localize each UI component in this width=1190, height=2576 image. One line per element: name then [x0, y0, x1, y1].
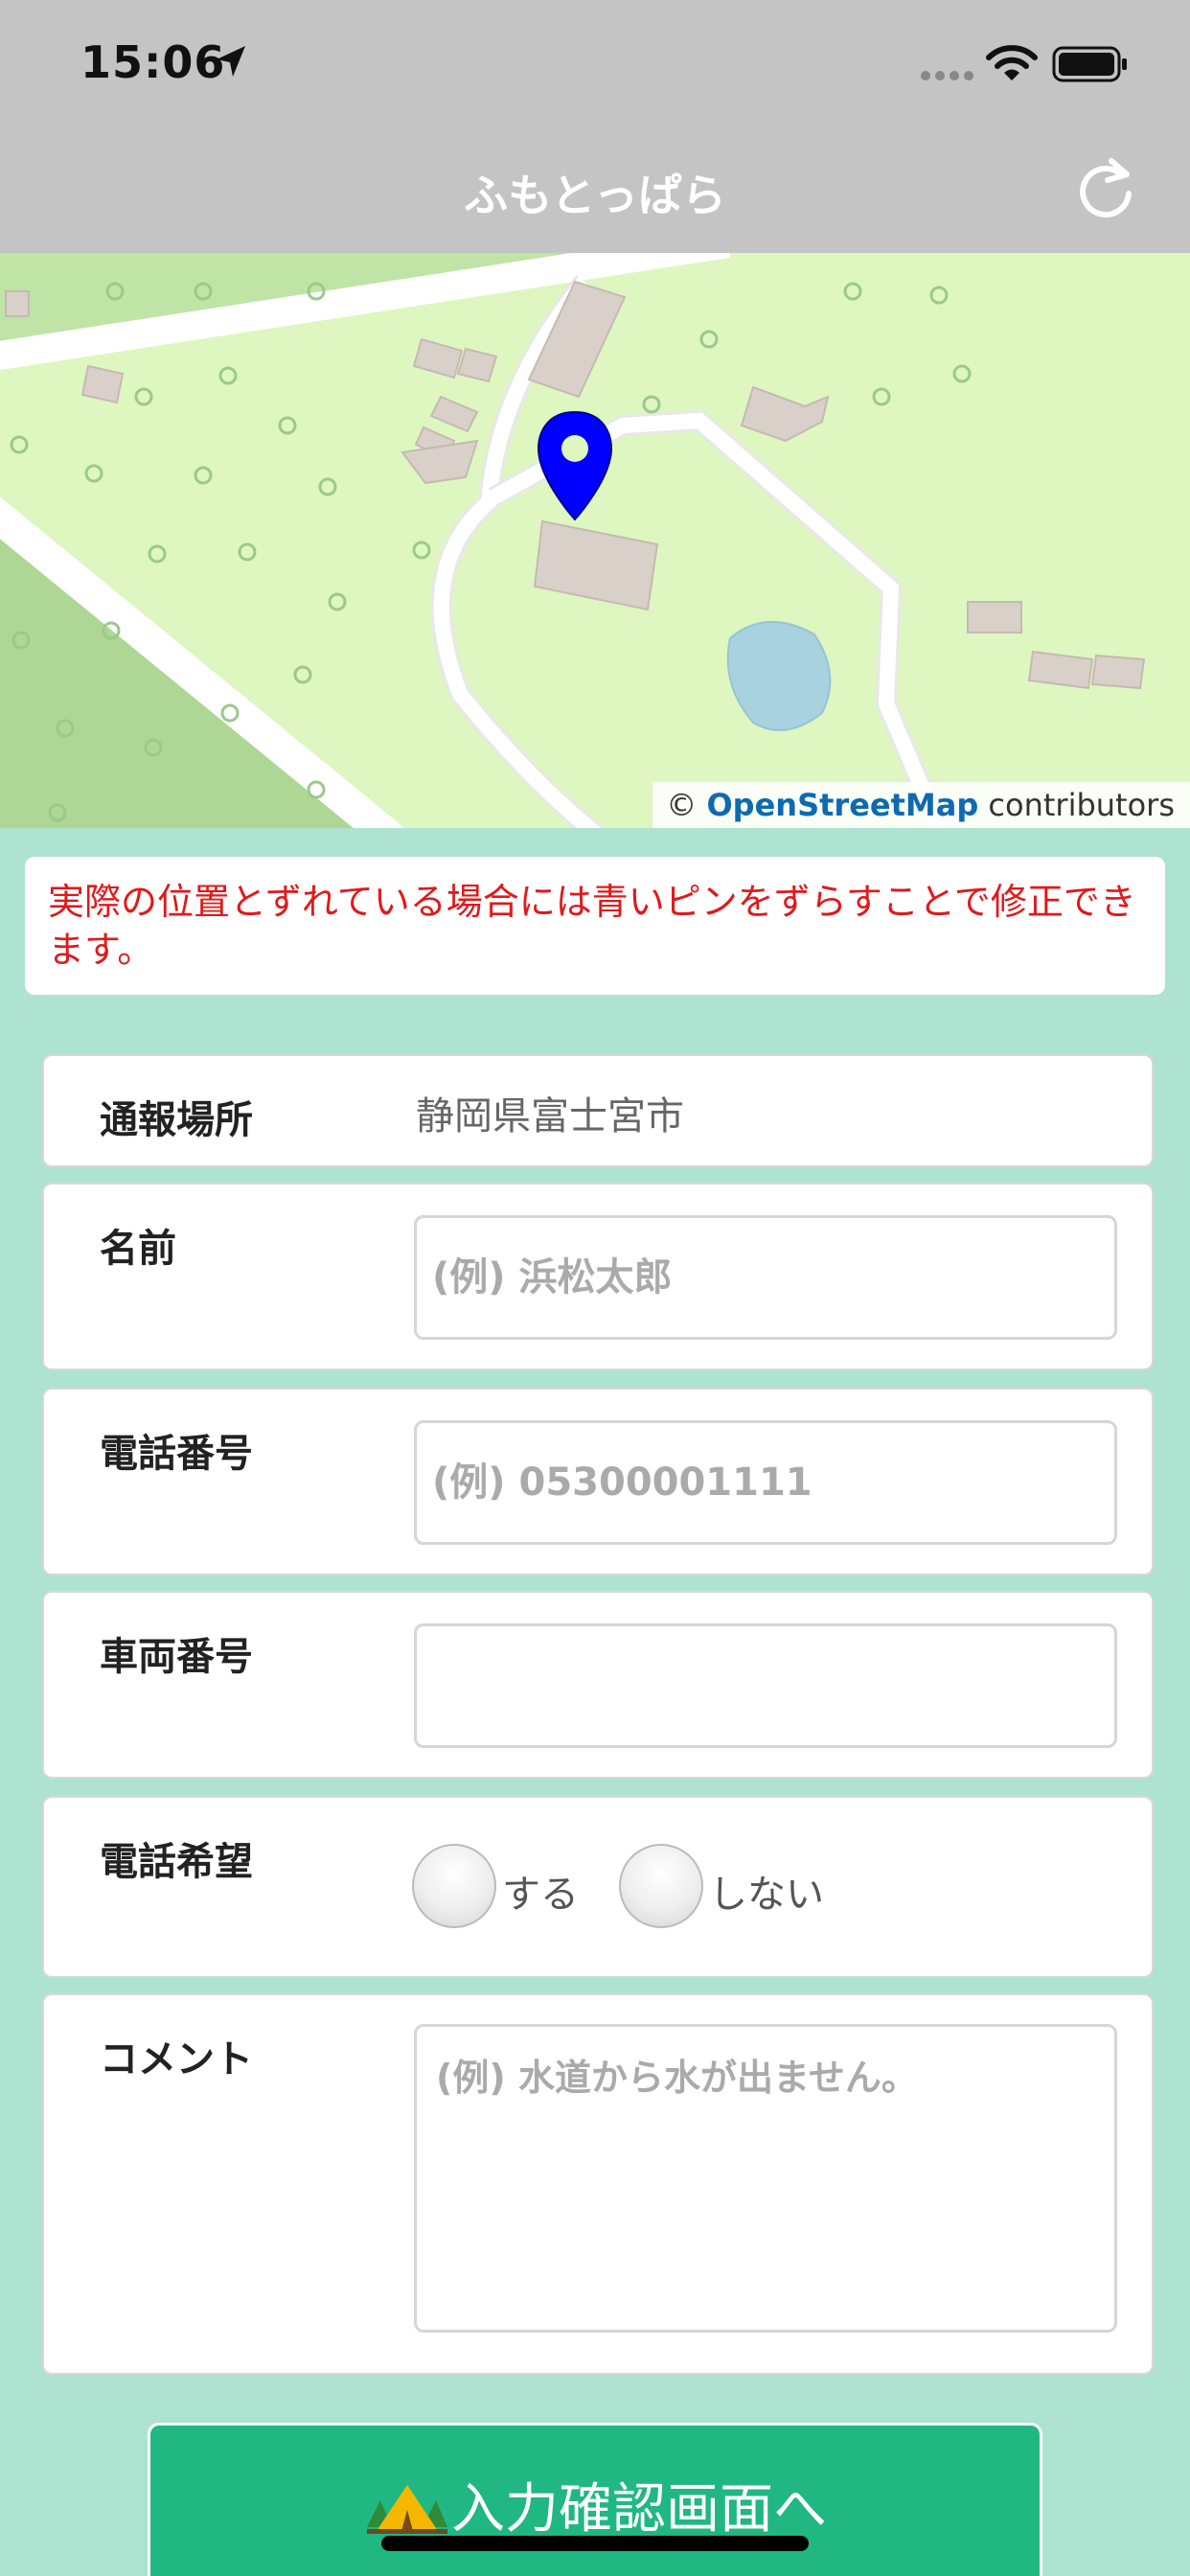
- phone-row: 電話番号: [42, 1388, 1154, 1576]
- cellular-signal-icon: [921, 71, 973, 80]
- confirm-button-label: 入力確認画面へ: [451, 2478, 827, 2541]
- callback-no-label[interactable]: しない: [709, 1863, 824, 1919]
- vehicle-label: 車両番号: [100, 1635, 253, 1679]
- location-pin-icon[interactable]: [537, 410, 613, 521]
- comment-row: コメント: [42, 1993, 1154, 2375]
- confirm-button[interactable]: 入力確認画面へ: [148, 2423, 1042, 2576]
- battery-icon: [1052, 46, 1127, 82]
- callback-yes-radio[interactable]: [412, 1844, 496, 1928]
- location-arrow-icon: [217, 46, 245, 77]
- comment-textarea[interactable]: [414, 2024, 1117, 2333]
- callback-row: 電話希望 する しない: [42, 1796, 1154, 1978]
- location-value: 静岡県富士宮市: [416, 1094, 684, 1138]
- comment-label: コメント: [100, 2037, 253, 2082]
- name-row: 名前: [42, 1183, 1154, 1370]
- vehicle-input[interactable]: [414, 1623, 1117, 1748]
- vehicle-row: 車両番号: [42, 1591, 1154, 1779]
- map-tiles: [0, 253, 1146, 828]
- copyright-symbol: ©: [666, 787, 698, 823]
- pin-adjust-notice: 実際の位置とずれている場合には青いピンをずらすことで修正できます。: [25, 857, 1165, 995]
- home-indicator: [381, 2536, 809, 2551]
- page-title: ふもとっぱら: [464, 170, 726, 221]
- callback-yes-label[interactable]: する: [502, 1863, 579, 1919]
- map-attribution: © OpenStreetMap contributors: [652, 782, 1190, 828]
- location-row: 通報場所 静岡県富士宮市: [42, 1054, 1154, 1167]
- top-bar: 15:06 ふもとっぱら: [0, 0, 1190, 253]
- tent-icon: [367, 2485, 447, 2534]
- name-label: 名前: [100, 1227, 176, 1271]
- name-input[interactable]: [414, 1215, 1117, 1340]
- wifi-icon: [986, 45, 1038, 80]
- phone-input[interactable]: [414, 1420, 1117, 1545]
- openstreetmap-link[interactable]: OpenStreetMap: [706, 787, 978, 823]
- attribution-suffix: contributors: [988, 787, 1175, 823]
- phone-label: 電話番号: [100, 1432, 253, 1476]
- callback-label: 電話希望: [100, 1840, 253, 1884]
- map-view[interactable]: © OpenStreetMap contributors: [0, 253, 1190, 828]
- callback-no-radio[interactable]: [619, 1844, 703, 1928]
- status-time: 15:06: [80, 36, 226, 88]
- reload-icon[interactable]: [1075, 153, 1136, 220]
- location-label: 通報場所: [100, 1098, 253, 1142]
